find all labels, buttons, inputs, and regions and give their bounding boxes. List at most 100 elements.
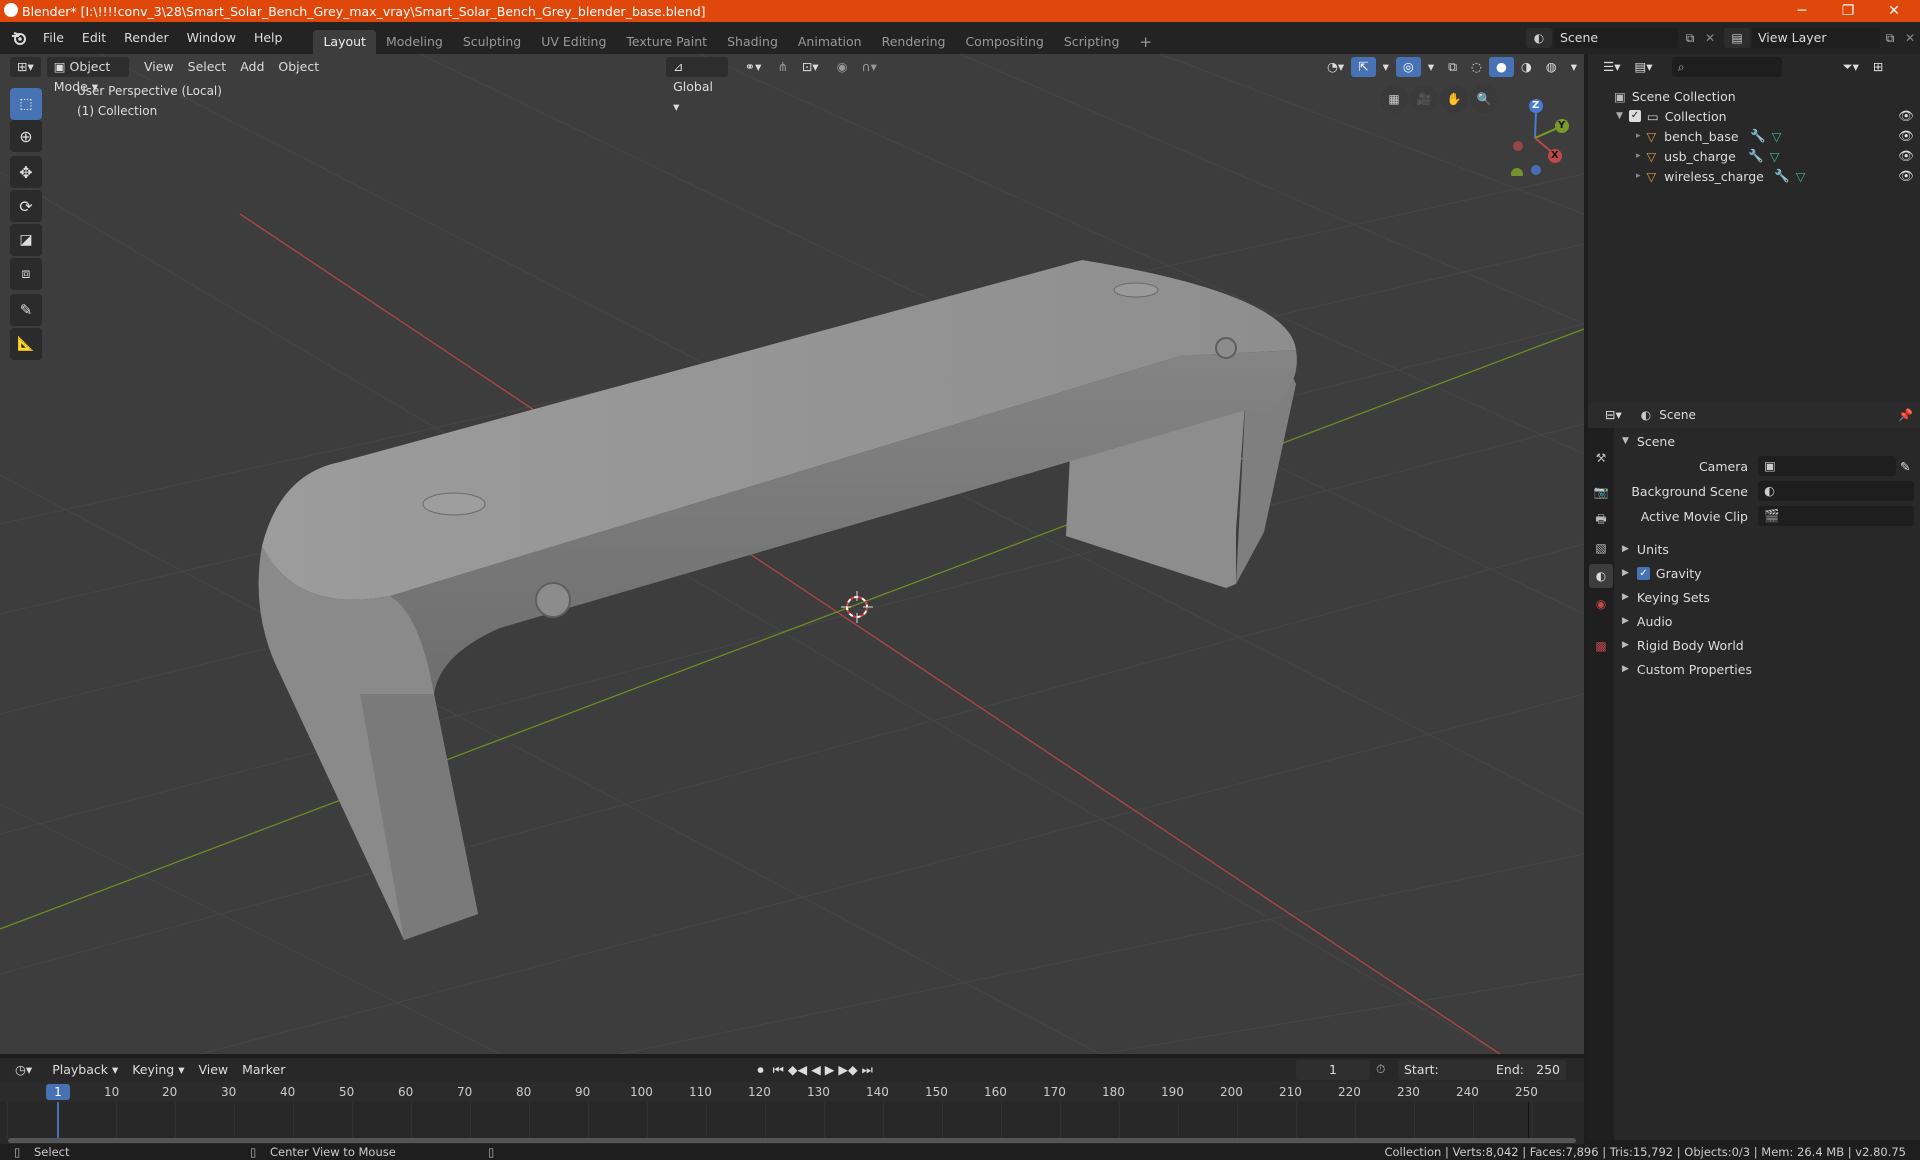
stopwatch-icon[interactable]: ⏱ (1376, 1062, 1385, 1077)
outliner-search-field[interactable]: ⌕ (1671, 57, 1782, 77)
tab-uv-editing[interactable]: UV Editing (531, 30, 616, 54)
3d-viewport[interactable]: User Perspective (Local) (1) Collection … (0, 54, 1584, 1054)
tab-compositing[interactable]: Compositing (955, 30, 1053, 54)
visibility-selectability-icon[interactable]: ◔▾ (1320, 57, 1351, 77)
viewport-menu-select[interactable]: Select (181, 57, 234, 77)
gizmo-toggle-icon[interactable]: ⇱ (1351, 57, 1376, 77)
collection-visibility-eye-icon[interactable]: 👁 (1898, 108, 1914, 124)
current-frame-field[interactable]: 1 (1296, 1060, 1370, 1080)
modifier-wrench-icon[interactable]: 🔧 (1750, 128, 1766, 144)
gizmo-dropdown-icon[interactable]: ▾ (1376, 57, 1396, 77)
rigid-body-world-panel-header[interactable]: ▶ Rigid Body World (1622, 634, 1744, 656)
display-mode-icon[interactable]: ▤▾ (1627, 57, 1659, 77)
proportional-edit-icon[interactable]: ◉ (830, 57, 855, 77)
viewport-menu-object[interactable]: Object (271, 57, 326, 77)
camera-view-icon[interactable]: 🎥 (1410, 85, 1438, 113)
start-frame-field[interactable]: Start: 1 (1398, 1060, 1504, 1080)
tab-shading[interactable]: Shading (717, 30, 788, 54)
falloff-curve-icon[interactable]: ∩▾ (855, 57, 884, 77)
custom-properties-panel-header[interactable]: ▶ Custom Properties (1622, 658, 1752, 680)
scene-tab-icon[interactable]: ◐ (1589, 564, 1613, 588)
output-tab-icon[interactable]: 🖶 (1591, 510, 1611, 530)
restore-button[interactable]: ❐ (1826, 0, 1870, 22)
snap-target-icon[interactable]: ⊡▾ (795, 57, 826, 77)
scene-selector-icon[interactable]: ◐ (1526, 28, 1552, 48)
units-panel-header[interactable]: ▶ Units (1622, 538, 1669, 560)
keying-sets-panel-header[interactable]: ▶ Keying Sets (1622, 586, 1710, 608)
record-keyframe-icon[interactable]: ⏺ (750, 1060, 770, 1080)
modifier-wrench-icon[interactable]: 🔧 (1748, 148, 1764, 164)
end-frame-field[interactable]: End: 250 (1490, 1060, 1566, 1080)
visibility-eye-icon[interactable]: 👁 (1898, 148, 1914, 164)
object-mode-dropdown[interactable]: ▣ Object Mode ▾ (46, 57, 129, 94)
tab-scripting[interactable]: Scripting (1054, 30, 1130, 54)
shading-material-icon[interactable]: ◑ (1514, 57, 1539, 77)
rotate-tool[interactable]: ⟳ (10, 190, 42, 222)
properties-editor-type-icon[interactable]: ⊟▾ (1598, 405, 1629, 425)
outliner-row-usb-charge[interactable]: ▸ ▽ usb_charge 🔧 ▽ 👁 (1588, 146, 1920, 166)
annotate-tool[interactable]: ✎ (10, 294, 42, 326)
close-button[interactable]: ✕ (1872, 0, 1916, 22)
timeline-menu-view[interactable]: View (191, 1060, 235, 1080)
overlays-dropdown-icon[interactable]: ▾ (1421, 57, 1441, 77)
texture-tab-icon[interactable]: ▩ (1591, 636, 1611, 656)
xray-toggle-icon[interactable]: ⧉ (1441, 57, 1464, 77)
select-box-tool[interactable]: ⬚ (10, 88, 42, 120)
move-tool[interactable]: ✥ (10, 156, 42, 188)
tab-sculpting[interactable]: Sculpting (453, 30, 531, 54)
shading-wireframe-icon[interactable]: ◌ (1464, 57, 1489, 77)
viewport-menu-view[interactable]: View (137, 57, 181, 77)
viewport-menu-add[interactable]: Add (233, 57, 271, 77)
mesh-data-icon[interactable]: ▽ (1796, 169, 1806, 184)
timeline-track-area[interactable] (0, 1102, 1584, 1138)
eyedropper-icon[interactable]: ✎ (1900, 459, 1910, 474)
menu-edit[interactable]: Edit (73, 27, 115, 49)
toggle-ortho-grid-icon[interactable]: ▦ (1380, 85, 1408, 113)
outliner-row-bench-base[interactable]: ▸ ▽ bench_base 🔧 ▽ 👁 (1588, 126, 1920, 146)
camera-field[interactable]: ▣ (1758, 456, 1896, 476)
modifier-wrench-icon[interactable]: 🔧 (1774, 168, 1790, 184)
view-layer-icon[interactable]: ▤ (1724, 28, 1750, 48)
gravity-checkbox[interactable]: ✓ (1636, 566, 1650, 580)
timeline-menu-marker[interactable]: Marker (235, 1060, 292, 1080)
scene-name-field[interactable]: Scene (1554, 28, 1678, 48)
filter-icon[interactable]: ⏷▾ (1836, 57, 1866, 77)
tab-texture-paint[interactable]: Texture Paint (616, 30, 717, 54)
pivot-point-icon[interactable]: ⚭▾ (738, 57, 769, 77)
menu-render[interactable]: Render (115, 27, 178, 49)
view-layer-name-field[interactable]: View Layer (1752, 28, 1880, 48)
tab-layout[interactable]: Layout (313, 30, 376, 54)
view-layer-tab-icon[interactable]: ▧ (1591, 538, 1611, 558)
zoom-magnifier-icon[interactable]: 🔍 (1470, 85, 1498, 113)
play-reverse-icon[interactable]: ◀ (809, 1060, 823, 1080)
tool-settings-tab-icon[interactable]: ⚒ (1591, 448, 1611, 468)
pan-hand-icon[interactable]: ✋ (1440, 85, 1468, 113)
shading-solid-icon[interactable]: ● (1488, 57, 1514, 77)
menu-window[interactable]: Window (178, 27, 245, 49)
snap-magnet-icon[interactable]: ⋔ (770, 57, 794, 77)
overlays-toggle-icon[interactable]: ◎ (1395, 57, 1421, 77)
shading-rendered-icon[interactable]: ◍ (1539, 57, 1564, 77)
transform-tool[interactable]: ⧈ (10, 258, 42, 290)
delete-view-layer-icon[interactable]: ✕ (1900, 28, 1920, 48)
add-workspace-button[interactable]: + (1129, 30, 1162, 54)
menu-file[interactable]: File (34, 27, 73, 49)
world-tab-icon[interactable]: ◉ (1591, 594, 1611, 614)
jump-start-icon[interactable]: ⏮ (771, 1060, 786, 1080)
pin-icon[interactable]: 📌 (1898, 408, 1913, 422)
play-icon[interactable]: ▶ (823, 1060, 837, 1080)
menu-help[interactable]: Help (245, 27, 292, 49)
jump-end-icon[interactable]: ⏭ (860, 1060, 875, 1080)
visibility-eye-icon[interactable]: 👁 (1898, 168, 1914, 184)
cursor-tool[interactable]: ⊕ (10, 120, 42, 152)
outliner-row-collection[interactable]: ▼ ✓ ▭ Collection 👁 (1588, 106, 1920, 126)
timeline-scrollbar[interactable] (8, 1138, 1576, 1143)
jump-prev-keyframe-icon[interactable]: ◆◀ (786, 1060, 809, 1080)
tab-modeling[interactable]: Modeling (376, 30, 453, 54)
outliner-editor-type-icon[interactable]: ☰▾ (1596, 57, 1627, 77)
timeline-menu-keying[interactable]: Keying ▾ (125, 1060, 191, 1080)
collapse-arrow-icon[interactable]: ▼ (1616, 111, 1623, 121)
jump-next-keyframe-icon[interactable]: ▶◆ (836, 1060, 859, 1080)
transform-orientation-dropdown[interactable]: ⊿ Global ▾ (666, 57, 728, 114)
playhead-frame-badge[interactable]: 1 (46, 1084, 70, 1100)
